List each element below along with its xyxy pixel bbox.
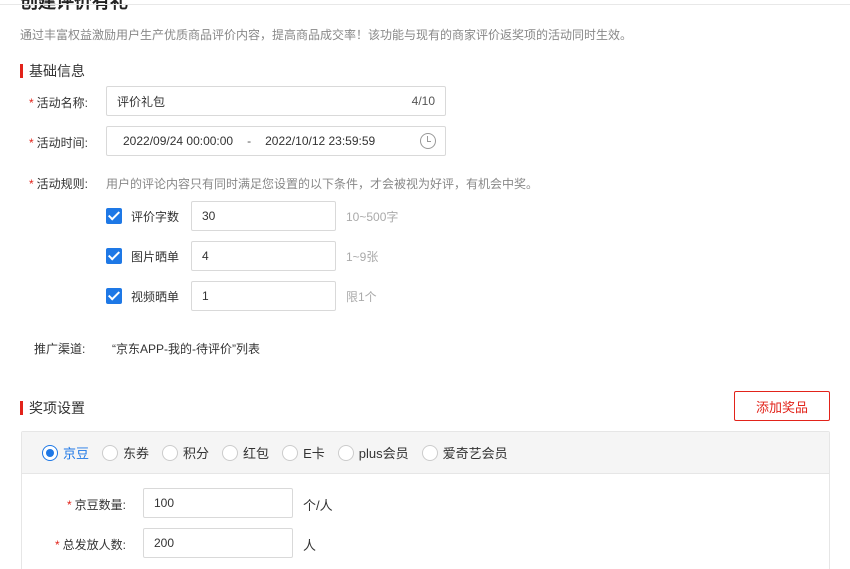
section-marker <box>20 64 23 78</box>
required-mark: * <box>28 177 34 191</box>
photo-checkbox[interactable] <box>106 248 122 264</box>
page-description: 通过丰富权益激励用户生产优质商品评价内容，提高商品成交率！该功能与现有的商家评价… <box>20 28 633 42</box>
section-title-text: 奖项设置 <box>29 400 85 416</box>
prize-total-input[interactable]: 200 <box>143 528 293 558</box>
rule-limit-hint: 限1个 <box>346 289 377 304</box>
prize-total-row: * 总发放人数: 200 人 <box>22 528 829 558</box>
video-count-input[interactable]: 1 <box>191 281 336 311</box>
channel-value: “京东APP-我的-待评价”列表 <box>112 342 260 356</box>
required-mark: * <box>66 498 72 512</box>
photo-count-input[interactable]: 4 <box>191 241 336 271</box>
activity-name-value: 评价礼包 <box>117 94 166 109</box>
prize-panel: 京豆 东券 积分 红包 E卡 plus会员 爱奇艺会员 * 京豆数量: 100 个… <box>21 431 830 569</box>
section-title-text: 基础信息 <box>29 63 85 79</box>
prize-total-unit: 人 <box>303 538 317 553</box>
prize-type-redpacket[interactable]: 红包 <box>222 443 269 462</box>
activity-rules-label: * 活动规则: <box>28 177 88 191</box>
time-separator: - <box>247 134 252 148</box>
radio[interactable] <box>337 444 354 461</box>
prize-type-ecard[interactable]: E卡 <box>282 443 325 462</box>
word-count-input[interactable]: 30 <box>191 201 336 231</box>
radio-selected[interactable] <box>42 444 58 461</box>
section-title-prize: 奖项设置 <box>20 398 85 418</box>
page-title: 创建评价有礼 <box>20 0 128 12</box>
rules-hint: 用户的评论内容只有同时满足您设置的以下条件，才会被视为好评，有机会中奖。 <box>106 177 539 191</box>
rule-row-video: 视频晒单 1 限1个 <box>106 281 377 311</box>
activity-name-count: 4/10 <box>411 94 435 108</box>
section-marker <box>20 401 23 415</box>
prize-type-coupon[interactable]: 东券 <box>102 443 149 462</box>
rule-row-word-count: 评价字数 30 10~500字 <box>106 201 398 231</box>
activity-time-label: * 活动时间: <box>28 136 88 150</box>
rule-label: 图片晒单 <box>131 249 180 264</box>
video-checkbox[interactable] <box>106 288 122 304</box>
radio[interactable] <box>282 444 299 461</box>
radio[interactable] <box>421 444 438 461</box>
activity-time-range-picker[interactable]: 2022/09/24 00:00:00 - 2022/10/12 23:59:5… <box>106 126 446 156</box>
required-mark: * <box>54 538 60 552</box>
radio[interactable] <box>222 444 239 461</box>
word-count-checkbox[interactable] <box>106 208 122 224</box>
prize-type-radio-group: 京豆 东券 积分 红包 E卡 plus会员 爱奇艺会员 <box>22 432 829 474</box>
add-prize-button[interactable]: 添加奖品 <box>734 391 830 421</box>
section-title-basic: 基础信息 <box>20 61 85 81</box>
radio[interactable] <box>102 444 119 461</box>
rule-label: 评价字数 <box>131 209 180 224</box>
radio[interactable] <box>162 444 179 461</box>
prize-type-plus[interactable]: plus会员 <box>337 443 409 462</box>
activity-name-input[interactable]: 评价礼包 4/10 <box>106 86 446 116</box>
prize-amount-label: * 京豆数量: <box>66 498 126 512</box>
prize-amount-unit: 个/人 <box>303 498 333 513</box>
channel-label: 推广渠道: <box>34 342 86 356</box>
prize-type-jingdou[interactable]: 京豆 <box>42 443 89 462</box>
rule-row-photo: 图片晒单 4 1~9张 <box>106 241 378 271</box>
required-mark: * <box>28 136 34 150</box>
prize-amount-row: * 京豆数量: 100 个/人 <box>22 488 829 518</box>
time-end-value: 2022/10/12 23:59:59 <box>265 134 376 148</box>
prize-type-iqiyi[interactable]: 爱奇艺会员 <box>421 443 508 462</box>
prize-total-label: * 总发放人数: <box>54 538 126 552</box>
prize-amount-input[interactable]: 100 <box>143 488 293 518</box>
required-mark: * <box>28 96 34 110</box>
activity-name-label: * 活动名称: <box>28 96 88 110</box>
clock-icon[interactable] <box>420 133 436 149</box>
rule-label: 视频晒单 <box>131 289 180 304</box>
rule-limit-hint: 1~9张 <box>346 249 379 264</box>
rule-limit-hint: 10~500字 <box>346 209 399 224</box>
prize-type-points[interactable]: 积分 <box>162 443 209 462</box>
header-divider <box>0 4 850 5</box>
time-start-value: 2022/09/24 00:00:00 <box>123 134 234 148</box>
